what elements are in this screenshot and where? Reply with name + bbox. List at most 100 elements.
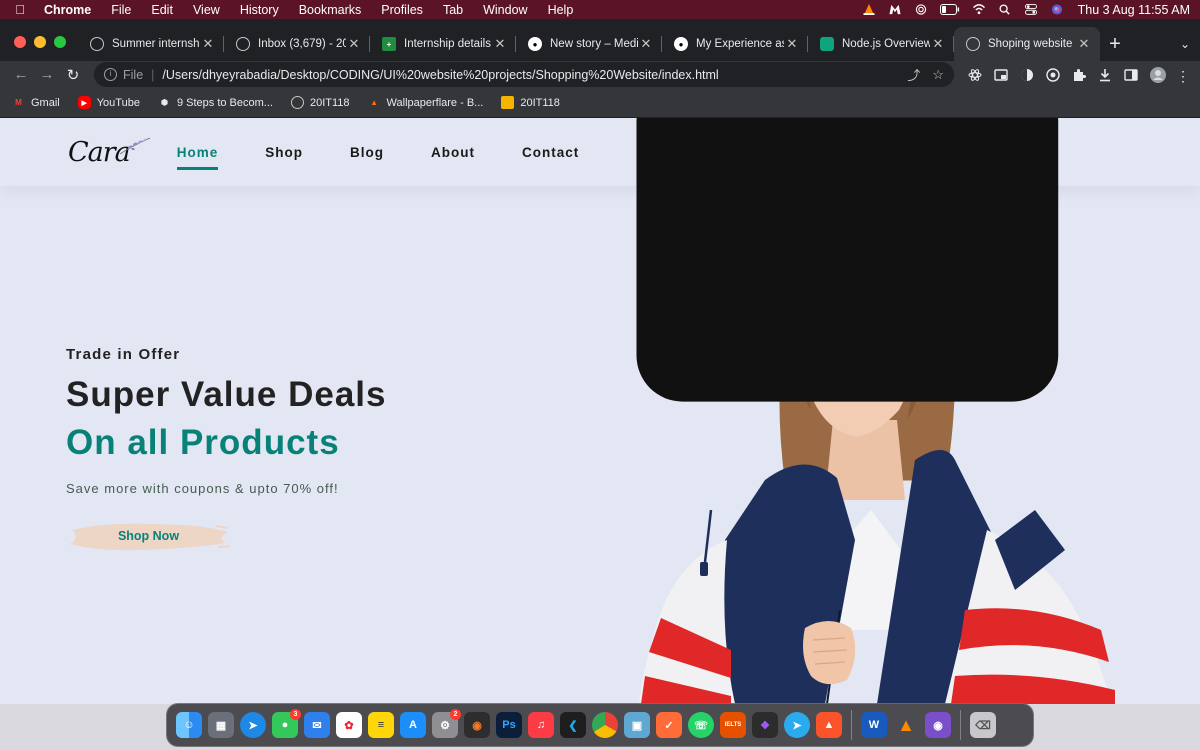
extensions-puzzle-icon[interactable]	[1072, 68, 1086, 82]
menu-history[interactable]: History	[240, 3, 279, 17]
image-icon	[501, 96, 515, 109]
trash-icon[interactable]: ⌫	[970, 712, 996, 738]
page-viewport: Cara Home Shop Blog About Contact Trade …	[0, 118, 1200, 704]
nav-blog[interactable]: Blog	[350, 145, 384, 160]
record-extension-icon[interactable]	[1046, 67, 1060, 82]
tab-shoping-website[interactable]: Shoping website ✕	[954, 27, 1100, 61]
menu-window[interactable]: Window	[483, 3, 527, 17]
menu-view[interactable]: View	[193, 3, 220, 17]
chrome-icon[interactable]	[592, 712, 618, 738]
siri-icon[interactable]	[1050, 4, 1064, 15]
telegram-icon[interactable]: ➤	[784, 712, 810, 738]
zoom-window-button[interactable]	[54, 36, 66, 48]
finder-icon[interactable]: ☺	[176, 712, 202, 738]
postman-icon[interactable]: ✓	[656, 712, 682, 738]
battery-icon[interactable]	[939, 4, 960, 15]
youtube-icon: ▶	[77, 96, 91, 109]
tab-nodejs-overview[interactable]: Node.js Overview ✕	[808, 27, 954, 61]
close-icon[interactable]: ✕	[930, 36, 946, 52]
site-logo[interactable]: Cara	[68, 137, 151, 168]
vlc-menubar-icon[interactable]	[862, 4, 876, 15]
tab-internship-details[interactable]: + Internship details - ✕	[370, 27, 516, 61]
close-window-button[interactable]	[14, 36, 26, 48]
bookmark-9-steps[interactable]: ⬢ 9 Steps to Becom...	[158, 96, 273, 109]
close-icon[interactable]: ✕	[200, 36, 216, 52]
chrome-menu-icon[interactable]: ⋮	[1176, 68, 1190, 84]
back-arrow-icon[interactable]: ←	[8, 66, 34, 83]
url-text[interactable]: /Users/dhyeyrabadia/Desktop/CODING/UI%20…	[162, 68, 895, 82]
close-icon[interactable]: ✕	[1076, 36, 1092, 52]
word-document-icon[interactable]: W	[861, 712, 887, 738]
share-icon[interactable]: ⤴	[907, 65, 920, 84]
menu-bookmarks[interactable]: Bookmarks	[299, 3, 362, 17]
dark-mode-extension-icon[interactable]	[1020, 68, 1034, 82]
ielts-practice-icon[interactable]: IELTS	[720, 712, 746, 738]
info-icon[interactable]: i	[104, 68, 117, 81]
app-store-icon[interactable]: A	[400, 712, 426, 738]
profile-avatar[interactable]	[1150, 66, 1166, 83]
mail-icon[interactable]: ✉	[304, 712, 330, 738]
safari-icon[interactable]: ➤	[240, 712, 266, 738]
close-icon[interactable]: ✕	[492, 36, 508, 52]
preview-icon[interactable]: ▣	[624, 712, 650, 738]
bookmark-gmail[interactable]: M Gmail	[12, 96, 60, 109]
brave-icon[interactable]: ▲	[816, 712, 842, 738]
forward-arrow-icon[interactable]: →	[34, 66, 60, 83]
figma-icon[interactable]: ❖	[752, 712, 778, 738]
address-bar[interactable]: i File | /Users/dhyeyrabadia/Desktop/COD…	[94, 62, 954, 87]
menu-edit[interactable]: Edit	[151, 3, 173, 17]
control-center-icon[interactable]	[1024, 4, 1038, 15]
menu-file[interactable]: File	[111, 3, 131, 17]
whatsapp-icon[interactable]: ☏	[688, 712, 714, 738]
menu-tab[interactable]: Tab	[443, 3, 463, 17]
download-icon[interactable]	[1098, 68, 1112, 82]
bookmark-20it118[interactable]: 20IT118	[290, 96, 350, 109]
vscode-icon[interactable]: ❮	[560, 712, 586, 738]
github-desktop-icon[interactable]: ◉	[925, 712, 951, 738]
shopping-bag-icon[interactable]	[579, 118, 1116, 420]
photos-icon[interactable]: ✿	[336, 712, 362, 738]
tab-inbox[interactable]: Inbox (3,679) - 20IT ✕	[224, 27, 370, 61]
photoshop-icon[interactable]: Ps	[496, 712, 522, 738]
close-icon[interactable]: ✕	[346, 36, 362, 52]
nav-home[interactable]: Home	[176, 145, 219, 170]
notes-icon[interactable]: ≡	[368, 712, 394, 738]
new-tab-button[interactable]: +	[1100, 27, 1130, 61]
bookmark-wallpaperflare[interactable]: ▲ Wallpaperflare - B...	[368, 96, 483, 109]
spotlight-search-icon[interactable]	[998, 4, 1012, 15]
side-panel-icon[interactable]	[1124, 68, 1138, 82]
menu-help[interactable]: Help	[548, 3, 574, 17]
minimize-window-button[interactable]	[34, 36, 46, 48]
bookmark-star-icon[interactable]: ☆	[932, 67, 944, 83]
blender-icon[interactable]: ◉	[464, 712, 490, 738]
nav-contact[interactable]: Contact	[522, 145, 579, 160]
bookmark-youtube[interactable]: ▶ YouTube	[77, 96, 140, 109]
tab-my-experience[interactable]: ● My Experience as a ✕	[662, 27, 808, 61]
react-devtools-icon[interactable]	[968, 68, 982, 82]
nav-about[interactable]: About	[431, 145, 475, 160]
tab-new-story-medium[interactable]: ● New story – Medium ✕	[516, 27, 662, 61]
vlc-icon[interactable]: ▲	[893, 712, 919, 738]
music-icon[interactable]: ♫	[528, 712, 554, 738]
reload-icon[interactable]: ↻	[60, 66, 86, 84]
nav-shop[interactable]: Shop	[265, 145, 303, 160]
tab-summer-internship[interactable]: Summer internship ✕	[78, 27, 224, 61]
airdrop-icon[interactable]	[914, 4, 928, 15]
close-icon[interactable]: ✕	[638, 36, 654, 52]
close-icon[interactable]: ✕	[784, 36, 800, 52]
launchpad-icon[interactable]: ▦	[208, 712, 234, 738]
menu-app-name[interactable]: Chrome	[44, 3, 91, 17]
messages-icon[interactable]: ● 3	[272, 709, 301, 738]
bookmark-icon: ⬢	[160, 98, 168, 107]
menu-profiles[interactable]: Profiles	[381, 3, 423, 17]
shop-now-button[interactable]: Shop Now	[66, 516, 231, 556]
tab-search-chevron-icon[interactable]: ⌄	[1170, 27, 1200, 61]
picture-in-picture-icon[interactable]	[994, 68, 1008, 82]
system-settings-icon[interactable]: ⚙ 2	[432, 709, 461, 738]
bookmark-label: Gmail	[31, 96, 60, 109]
bookmark-20it118-image[interactable]: 20IT118	[501, 96, 560, 109]
menubar-clock[interactable]: Thu 3 Aug 11:55 AM	[1078, 3, 1190, 17]
wifi-icon[interactable]	[972, 4, 986, 15]
malwarebytes-icon[interactable]	[888, 4, 902, 15]
apple-icon[interactable]: 	[10, 2, 30, 17]
